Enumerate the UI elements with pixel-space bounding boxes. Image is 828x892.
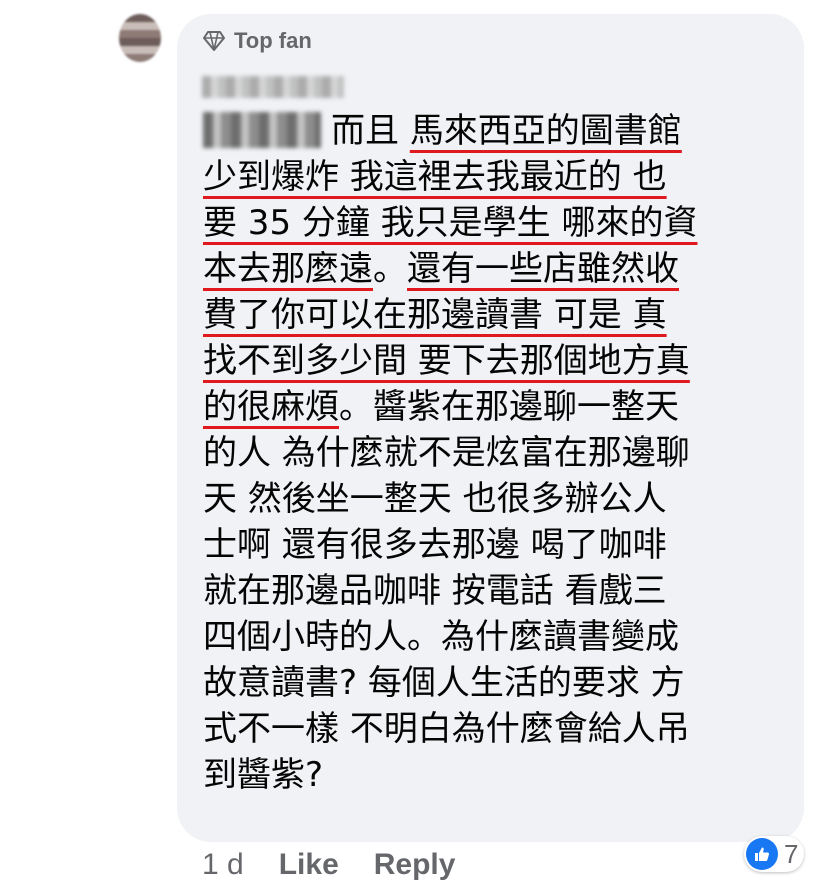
text-segment: 的人 為什麼就不是炫富在那邊聊 (203, 433, 690, 473)
underlined-segment: 本去那麼遠 (203, 249, 373, 289)
text-segment: 士啊 還有很多去那邊 喝了咖啡 (203, 525, 667, 565)
reaction-count: 7 (784, 838, 799, 869)
comment-line: 式不一樣 不明白為什麼會給人吊 (203, 706, 803, 752)
comment-line: 找不到多少間 要下去那個地方真 (203, 338, 803, 384)
author-name-redacted[interactable] (202, 76, 344, 98)
underlined-segment: 費了你可以在那邊讀書 可是 真 (203, 295, 667, 335)
comment-line: 的人 為什麼就不是炫富在那邊聊 (203, 430, 803, 476)
text-segment: 式不一樣 不明白為什麼會給人吊 (203, 709, 690, 749)
comment-text: 而且 馬來西亞的圖書館少到爆炸 我這裡去我最近的 也要 35 分鐘 我只是學生 … (203, 108, 803, 798)
comment-line: 到醬紫? (203, 752, 803, 798)
mention-redacted[interactable] (203, 112, 321, 148)
text-segment: 而且 (331, 111, 410, 151)
underlined-segment: 少到爆炸 我這裡去我最近的 也 (203, 157, 667, 197)
underlined-segment: 還有一些店雖然收 (407, 249, 679, 289)
like-button[interactable]: Like (279, 848, 339, 882)
comment-actions: 1 d Like Reply (202, 848, 490, 882)
text-segment: 四個小時的人。為什麼讀書變成 (203, 617, 679, 657)
text-segment: 。醬紫在那邊聊一整天 (339, 387, 679, 427)
reaction-summary[interactable]: 7 (744, 836, 805, 872)
comment-line: 要 35 分鐘 我只是學生 哪來的資 (203, 200, 803, 246)
underlined-segment: 找不到多少間 要下去那個地方真 (203, 341, 690, 381)
text-segment: 天 然後坐一整天 也很多辦公人 (203, 479, 667, 519)
timestamp[interactable]: 1 d (202, 848, 244, 882)
comment-line: 就在那邊品咖啡 按電話 看戲三 (203, 568, 803, 614)
comment-line: 本去那麼遠。還有一些店雖然收 (203, 246, 803, 292)
underlined-segment: 馬來西亞的圖書館 (409, 111, 682, 151)
comment-line: 故意讀書? 每個人生活的要求 方 (203, 660, 803, 706)
badge-label: Top fan (234, 28, 312, 53)
reply-button[interactable]: Reply (374, 848, 456, 882)
thumbs-up-icon (746, 838, 778, 870)
underlined-segment: 的很麻煩 (203, 387, 339, 427)
text-segment: 。 (373, 249, 407, 289)
top-fan-badge: Top fan (202, 28, 312, 54)
comment-line: 的很麻煩。醬紫在那邊聊一整天 (203, 384, 803, 430)
avatar[interactable] (119, 14, 161, 62)
comment-line: 天 然後坐一整天 也很多辦公人 (203, 476, 803, 522)
comment-line: 四個小時的人。為什麼讀書變成 (203, 614, 803, 660)
text-segment: 到醬紫? (203, 755, 324, 795)
comment-line: 少到爆炸 我這裡去我最近的 也 (203, 154, 803, 200)
comment-line: 士啊 還有很多去那邊 喝了咖啡 (203, 522, 803, 568)
diamond-icon (203, 31, 225, 51)
text-segment: 故意讀書? 每個人生活的要求 方 (203, 663, 685, 703)
underlined-segment: 要 35 分鐘 我只是學生 哪來的資 (203, 203, 698, 243)
text-segment: 就在那邊品咖啡 按電話 看戲三 (203, 571, 667, 611)
comment-line: 費了你可以在那邊讀書 可是 真 (203, 292, 803, 338)
